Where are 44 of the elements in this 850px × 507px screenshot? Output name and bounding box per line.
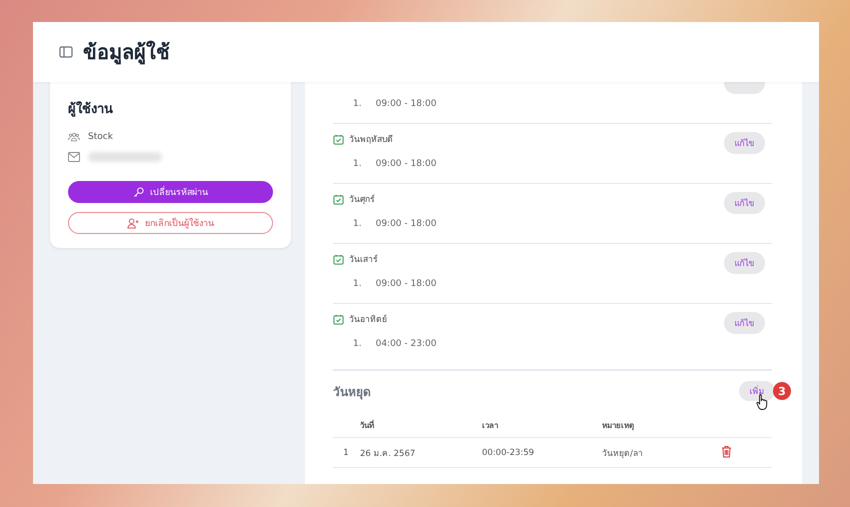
note-cell: วันหยุด/ลา [601, 438, 720, 468]
column-header: หมายเหตุ [601, 413, 720, 438]
day-label: วันอาทิตย์ [349, 314, 387, 326]
mail-icon [68, 152, 80, 162]
row-index: 1 [333, 438, 359, 468]
calendar-check-icon [333, 134, 344, 144]
time-cell: 00:00-23:59 [481, 438, 601, 468]
column-header: เวลา [481, 413, 601, 438]
time-index: 1. [353, 159, 362, 169]
key-icon [133, 186, 144, 198]
time-range: 09:00 - 18:00 [376, 99, 436, 109]
edit-button[interactable]: แก้ไข [724, 132, 765, 154]
time-range: 09:00 - 18:00 [376, 279, 436, 289]
user-remove-icon [127, 218, 139, 228]
column-header: วันที่ [359, 413, 481, 438]
time-range: 09:00 - 18:00 [376, 159, 436, 169]
time-index: 1. [353, 219, 362, 229]
time-range: 09:00 - 18:00 [376, 219, 436, 229]
add-button[interactable]: เพิ่ม [739, 381, 775, 401]
step-badge: 3 [773, 382, 791, 400]
sidebar-toggle-icon[interactable] [59, 46, 73, 58]
time-index: 1. [353, 99, 362, 109]
group-name: Stock [88, 132, 113, 142]
day-label: วันศุกร์ [349, 194, 375, 206]
time-index: 1. [353, 339, 362, 349]
day-label: วันพฤหัสบดี [349, 134, 393, 146]
users-icon [68, 132, 80, 142]
calendar-check-icon [333, 314, 344, 324]
edit-button[interactable]: แก้ไข [724, 192, 765, 214]
calendar-check-icon [333, 254, 344, 264]
page-title: ข้อมูลผู้ใช้ [83, 39, 170, 66]
date-cell: 26 ม.ค. 2567 [359, 438, 481, 468]
day-label: วันเสาร์ [349, 254, 378, 266]
calendar-check-icon [333, 194, 344, 204]
time-index: 1. [353, 279, 362, 289]
time-range: 04:00 - 23:00 [376, 339, 436, 349]
delete-icon[interactable] [721, 444, 732, 458]
revoke-user-button[interactable]: ยกเลิกเป็นผู้ใช้งาน [68, 212, 273, 234]
edit-button[interactable]: แก้ไข [724, 312, 765, 334]
section-title: วันหยุด [333, 384, 371, 400]
change-password-button[interactable]: เปลี่ยนรหัสผ่าน [68, 181, 273, 203]
hand-cursor-icon [756, 393, 770, 411]
card-heading: ผู้ใช้งาน [68, 100, 114, 119]
edit-button[interactable]: แก้ไข [724, 252, 765, 274]
